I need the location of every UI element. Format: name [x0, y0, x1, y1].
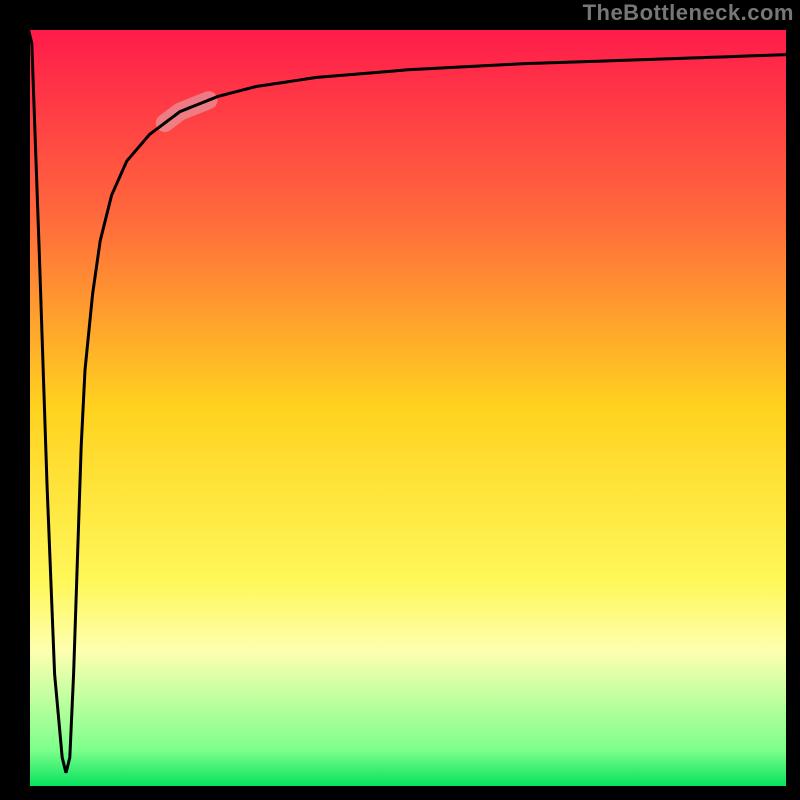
watermark-text: TheBottleneck.com — [583, 0, 794, 26]
bottleneck-chart — [0, 0, 800, 800]
chart-frame: TheBottleneck.com — [0, 0, 800, 800]
